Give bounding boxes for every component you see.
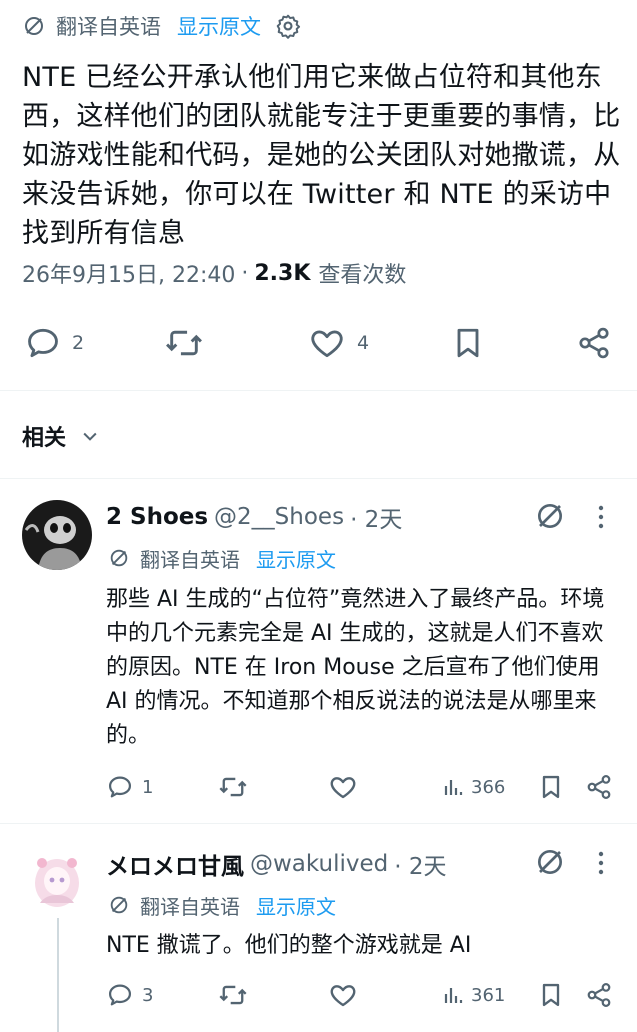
divider bbox=[0, 478, 637, 479]
views-count: 366 bbox=[471, 776, 506, 798]
reply-author-name[interactable]: メロメロ甘風 bbox=[106, 847, 244, 881]
translate-label: 翻译自英语 bbox=[140, 894, 240, 919]
reply-author-handle[interactable]: @wakulived bbox=[250, 851, 388, 877]
repost-button[interactable] bbox=[164, 320, 204, 366]
analytics-icon bbox=[441, 772, 465, 802]
heart-icon bbox=[328, 980, 358, 1010]
share-icon bbox=[585, 980, 613, 1010]
translate-icon bbox=[108, 894, 130, 916]
repost-button[interactable] bbox=[218, 772, 248, 802]
thread-line bbox=[57, 918, 59, 1032]
reply-button[interactable]: 3 bbox=[106, 980, 153, 1010]
analytics-icon bbox=[441, 980, 465, 1010]
share-button[interactable] bbox=[585, 980, 613, 1010]
share-button[interactable] bbox=[576, 320, 612, 366]
reply-count: 2 bbox=[72, 332, 85, 354]
reply-time[interactable]: · 2天 bbox=[350, 500, 402, 534]
like-button[interactable] bbox=[328, 772, 358, 802]
reply-button[interactable]: 1 bbox=[106, 772, 153, 802]
reply-icon bbox=[106, 980, 134, 1010]
repost-icon bbox=[218, 980, 248, 1010]
reply-icon bbox=[106, 772, 134, 802]
like-button[interactable]: 4 bbox=[307, 320, 369, 366]
reply-time[interactable]: · 2天 bbox=[394, 847, 446, 881]
translate-icon bbox=[108, 547, 130, 569]
reply-header: メロメロ甘風 @wakulived · 2天 bbox=[106, 847, 447, 881]
translate-label: 翻译自英语 bbox=[140, 547, 240, 572]
show-original-link[interactable]: 显示原文 bbox=[256, 891, 336, 920]
views-count: 361 bbox=[471, 984, 506, 1006]
divider bbox=[0, 823, 637, 824]
gear-icon[interactable] bbox=[275, 13, 301, 39]
share-icon bbox=[585, 772, 613, 802]
share-button[interactable] bbox=[585, 772, 613, 802]
related-header[interactable]: 相关 bbox=[22, 420, 100, 452]
views-count: 2.3K bbox=[254, 260, 311, 286]
translate-icon bbox=[22, 14, 46, 38]
more-options-icon[interactable] bbox=[590, 502, 612, 532]
bookmark-icon bbox=[537, 772, 565, 802]
repost-icon bbox=[218, 772, 248, 802]
reply-author-name[interactable]: 2 Shoes bbox=[106, 504, 208, 530]
heart-icon bbox=[328, 772, 358, 802]
repost-button[interactable] bbox=[218, 980, 248, 1010]
post-meta: 26年9月15日, 22:40 · 2.3K 查看次数 bbox=[22, 257, 406, 289]
views-button[interactable]: 361 bbox=[441, 980, 505, 1010]
chevron-down-icon bbox=[80, 426, 100, 446]
bookmark-icon bbox=[450, 324, 486, 362]
reply-text: 那些 AI 生成的“占位符”竟然进入了最终产品。环境中的几个元素完全是 AI 生… bbox=[106, 587, 605, 748]
show-original-link[interactable]: 显示原文 bbox=[177, 11, 261, 41]
reply-icon bbox=[24, 324, 62, 362]
like-button[interactable] bbox=[328, 980, 358, 1010]
translate-bar: 翻译自英语 显示原文 bbox=[22, 10, 301, 42]
bookmark-button[interactable] bbox=[537, 980, 565, 1010]
like-count: 4 bbox=[357, 332, 370, 354]
bookmark-button[interactable] bbox=[450, 320, 486, 366]
meta-separator: · bbox=[241, 260, 249, 286]
avatar[interactable] bbox=[22, 845, 92, 915]
views-button[interactable]: 366 bbox=[441, 772, 505, 802]
post-timestamp[interactable]: 26年9月15日, 22:40 bbox=[22, 257, 235, 289]
reply-translate-bar: 翻译自英语 显示原文 bbox=[108, 890, 336, 920]
translate-label: 翻译自英语 bbox=[56, 15, 161, 39]
more-options-icon[interactable] bbox=[590, 848, 612, 878]
reply-count: 1 bbox=[142, 776, 154, 798]
reply-button[interactable]: 2 bbox=[24, 320, 84, 366]
post-text: NTE 已经公开承认他们用它来做占位符和其他东西，这样他们的团队就能专注于更重要… bbox=[22, 62, 621, 249]
post-actions: 2 4 bbox=[22, 320, 620, 366]
reply-translate-bar: 翻译自英语 显示原文 bbox=[108, 543, 336, 573]
reply-header: 2 Shoes @2__Shoes · 2天 bbox=[106, 500, 402, 534]
reply-author-handle[interactable]: @2__Shoes bbox=[214, 504, 344, 530]
avatar[interactable] bbox=[22, 500, 92, 570]
share-icon bbox=[576, 324, 612, 362]
show-original-link[interactable]: 显示原文 bbox=[256, 544, 336, 573]
translate-toggle-icon[interactable] bbox=[534, 846, 566, 878]
reply-count: 3 bbox=[142, 984, 154, 1006]
repost-icon bbox=[164, 324, 204, 362]
bookmark-button[interactable] bbox=[537, 772, 565, 802]
heart-icon bbox=[307, 324, 347, 362]
bookmark-icon bbox=[537, 980, 565, 1010]
views-label: 查看次数 bbox=[318, 263, 407, 288]
related-label: 相关 bbox=[22, 426, 67, 451]
reply-text: NTE 撒谎了。他们的整个游戏就是 AI bbox=[106, 933, 472, 958]
translate-toggle-icon[interactable] bbox=[534, 500, 566, 532]
divider bbox=[0, 390, 637, 391]
